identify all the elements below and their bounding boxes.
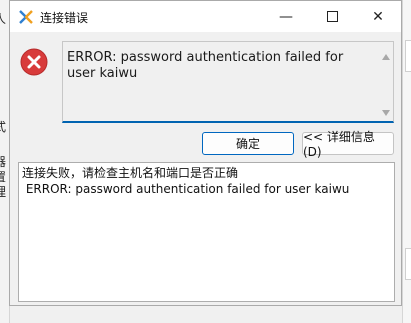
message-scrollbar[interactable]: [380, 42, 393, 122]
details-text: 连接失败，请检查主机名和端口是否正确 ERROR: password authe…: [22, 165, 390, 197]
error-message-box[interactable]: ERROR: password authentication failed fo…: [62, 41, 394, 123]
ok-button[interactable]: 确定: [202, 132, 294, 155]
connection-error-dialog: 连接错误 — ✕ ERROR: password authentication …: [9, 0, 402, 306]
details-toggle-button[interactable]: << 详细信息(D): [302, 130, 394, 159]
background-text: 人: [0, 12, 7, 26]
error-icon: [20, 48, 48, 76]
details-text-area[interactable]: 连接失败，请检查主机名和端口是否正确 ERROR: password authe…: [18, 162, 395, 302]
error-message-text: ERROR: password authentication failed fo…: [67, 50, 348, 81]
maximize-icon: [326, 11, 338, 22]
background-text: 式: [0, 120, 7, 134]
details-line: ERROR: password authentication failed fo…: [22, 182, 350, 196]
maximize-button[interactable]: [309, 1, 355, 32]
dialog-title: 连接错误: [40, 11, 89, 25]
background-scroll-element: [405, 248, 411, 280]
kaiwu-logo-icon: [19, 10, 33, 24]
close-button[interactable]: ✕: [355, 1, 401, 32]
scroll-up-icon[interactable]: [382, 54, 390, 60]
scroll-down-icon[interactable]: [382, 110, 390, 116]
title-bar[interactable]: 连接错误 — ✕: [10, 1, 401, 32]
minimize-button[interactable]: —: [263, 1, 309, 32]
close-icon: ✕: [372, 8, 384, 25]
background-text: 理: [0, 185, 7, 199]
background-window-right: [402, 0, 411, 323]
details-line: 连接失败，请检查主机名和端口是否正确: [22, 166, 239, 180]
background-scroll-element: [405, 40, 411, 72]
minimize-icon: —: [279, 8, 293, 25]
